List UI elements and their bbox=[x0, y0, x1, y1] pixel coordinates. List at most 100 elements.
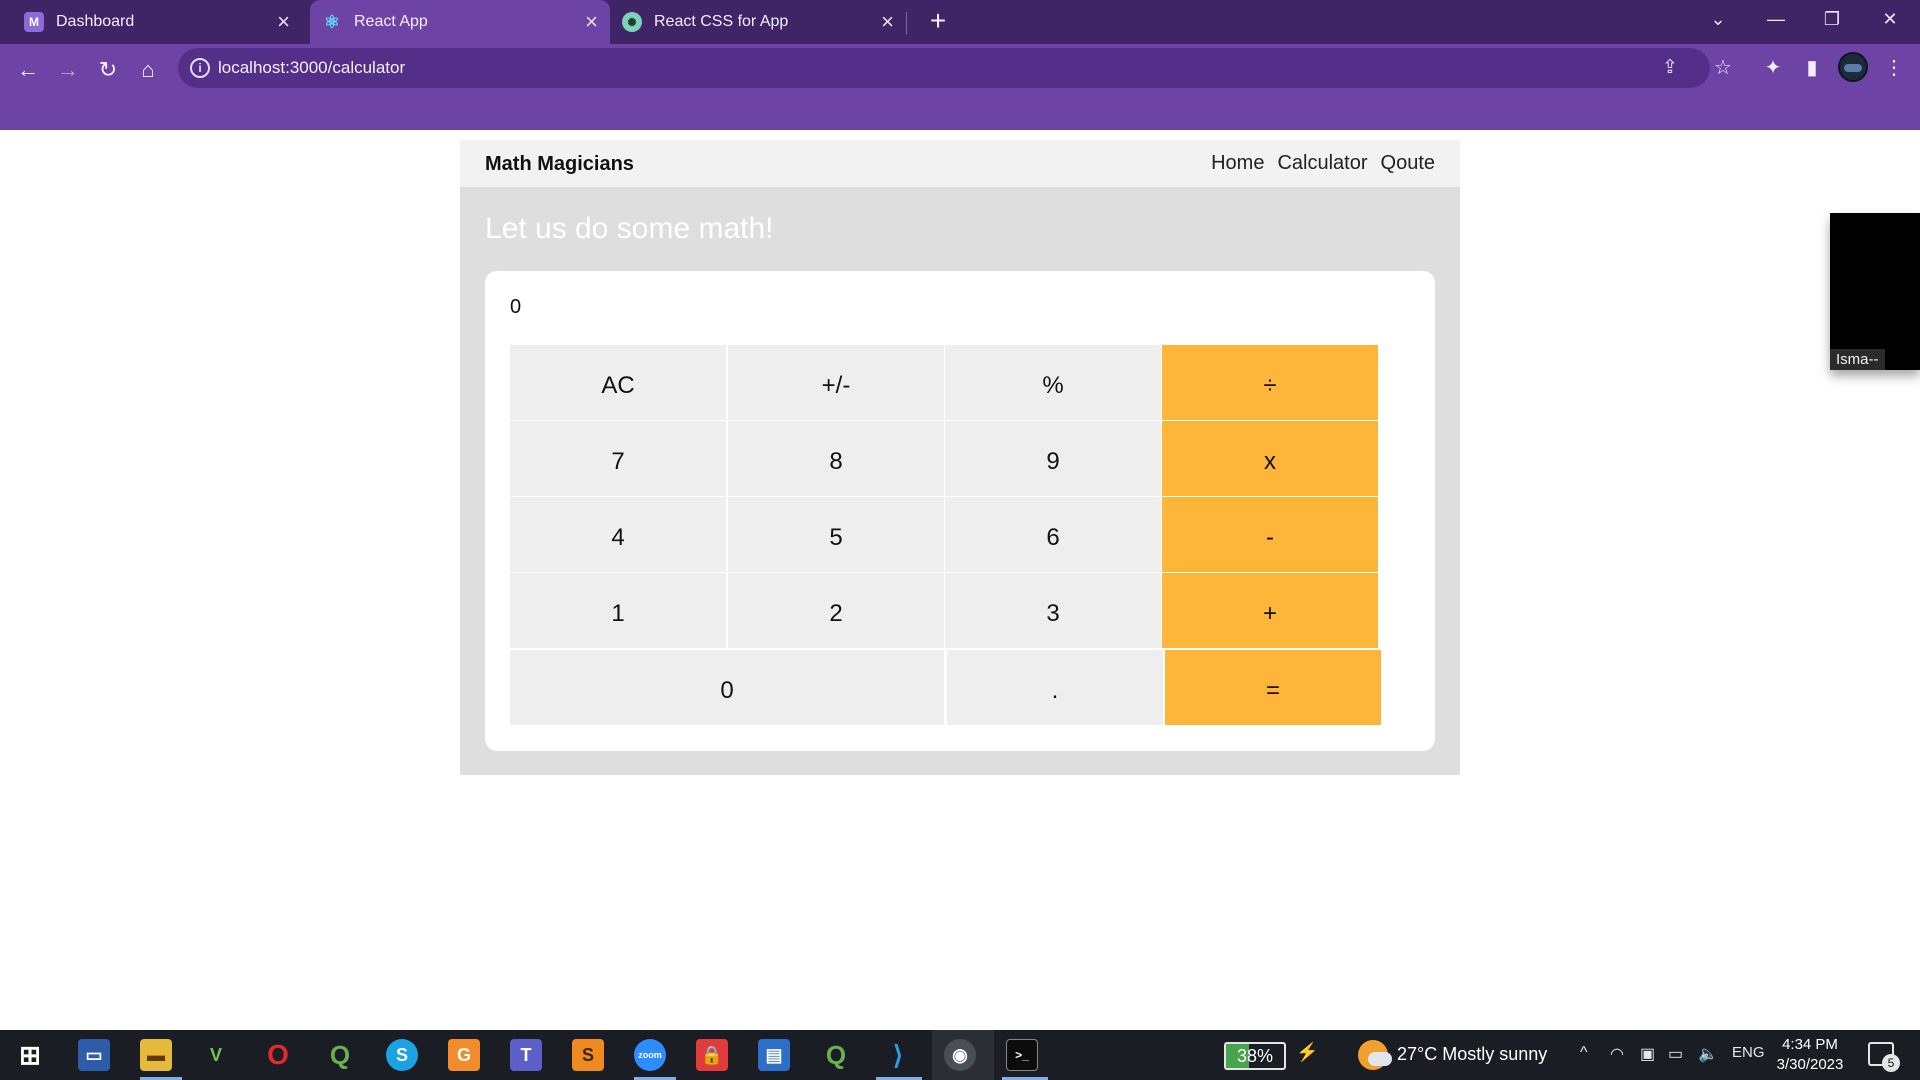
reload-button[interactable]: ↻ bbox=[90, 52, 126, 88]
profile-avatar[interactable] bbox=[1838, 52, 1868, 82]
browser-tab-strip: M Dashboard × ⚛ React App × ✺ React CSS … bbox=[0, 0, 1920, 44]
key-0[interactable]: 0 bbox=[510, 650, 944, 725]
tab-dashboard[interactable]: M Dashboard × bbox=[12, 0, 302, 44]
vscode-icon[interactable]: ⟩ bbox=[882, 1039, 914, 1071]
key-label: 0 bbox=[720, 676, 734, 704]
key-subtract[interactable]: - bbox=[1162, 497, 1378, 572]
menu-kebab-icon[interactable]: ⋮ bbox=[1876, 50, 1912, 86]
volume-icon[interactable]: 🔈 bbox=[1698, 1044, 1718, 1064]
key-1[interactable]: 1 bbox=[510, 573, 726, 648]
nav-link-home[interactable]: Home bbox=[1211, 152, 1264, 175]
minimize-button[interactable]: — bbox=[1748, 0, 1804, 40]
bookmark-star-icon[interactable]: ☆ bbox=[1705, 50, 1741, 86]
site-info-icon[interactable]: i bbox=[190, 58, 210, 78]
desktop-app-icon[interactable]: ▭ bbox=[78, 1039, 110, 1071]
tab-search-chevron-icon[interactable]: ⌄ bbox=[1690, 0, 1746, 40]
windows-taskbar: ⊞ ▭ ▬ V O Q S G T S zoom 🔒 ▤ Q ⟩ ◉ >_ 38… bbox=[0, 1030, 1920, 1080]
key-7[interactable]: 7 bbox=[510, 421, 726, 496]
opera-icon[interactable]: O bbox=[262, 1039, 294, 1071]
word-app-icon[interactable]: ▤ bbox=[758, 1039, 790, 1071]
battery-tray-icon[interactable]: ▭ bbox=[1668, 1044, 1683, 1064]
key-label: 4 bbox=[611, 523, 625, 551]
skype-icon[interactable]: S bbox=[386, 1039, 418, 1071]
extensions-icon[interactable]: ✦ bbox=[1755, 50, 1791, 86]
notification-center-icon[interactable]: 5 bbox=[1868, 1042, 1900, 1072]
key-label: 3 bbox=[1046, 599, 1060, 627]
zoom-icon[interactable]: zoom bbox=[634, 1039, 666, 1071]
meet-now-icon[interactable]: ▣ bbox=[1640, 1044, 1655, 1064]
tab-title: React App bbox=[354, 13, 428, 30]
sublime-text-icon[interactable]: S bbox=[572, 1039, 604, 1071]
close-window-button[interactable]: ✕ bbox=[1862, 0, 1918, 40]
notification-count-badge: 5 bbox=[1882, 1054, 1900, 1072]
key-label: 9 bbox=[1046, 447, 1060, 475]
key-6[interactable]: 6 bbox=[945, 497, 1161, 572]
key-2[interactable]: 2 bbox=[728, 573, 944, 648]
weather-sun-cloud-icon[interactable] bbox=[1358, 1040, 1392, 1070]
key-label: ÷ bbox=[1263, 371, 1277, 399]
pdf-editor-icon[interactable]: G bbox=[448, 1039, 480, 1071]
chatgpt-favicon-icon: ✺ bbox=[622, 12, 642, 32]
page-heading: Let us do some math! bbox=[485, 212, 774, 245]
browser-toolbar: ← → ↻ ⌂ i localhost:3000/calculator ⇪ ☆ … bbox=[0, 44, 1920, 130]
system-clock[interactable]: 4:34 PM 3/30/2023 bbox=[1770, 1035, 1850, 1075]
react-favicon-icon: ⚛ bbox=[323, 11, 341, 32]
restore-button[interactable]: ❐ bbox=[1804, 0, 1860, 40]
key-3[interactable]: 3 bbox=[945, 573, 1161, 648]
page-viewport: Math Magicians Home Calculator Qoute Let… bbox=[0, 130, 1920, 1030]
close-tab-icon[interactable]: × bbox=[881, 11, 894, 33]
share-icon[interactable]: ⇪ bbox=[1658, 56, 1682, 80]
lock-app-icon[interactable]: 🔒 bbox=[696, 1039, 728, 1071]
wifi-icon[interactable]: ◠ bbox=[1610, 1044, 1624, 1064]
terminal-icon[interactable]: >_ bbox=[1006, 1039, 1038, 1071]
key-label: 1 bbox=[611, 599, 625, 627]
back-button[interactable]: ← bbox=[10, 52, 46, 88]
new-tab-button[interactable]: + bbox=[922, 6, 954, 38]
close-tab-icon[interactable]: × bbox=[277, 11, 290, 33]
weather-text[interactable]: 27°C Mostly sunny bbox=[1397, 1044, 1547, 1065]
tab-title: Dashboard bbox=[56, 13, 135, 30]
tab-react-css[interactable]: ✺ React CSS for App × bbox=[610, 0, 906, 44]
key-4[interactable]: 4 bbox=[510, 497, 726, 572]
brand-title: Math Magicians bbox=[485, 153, 634, 175]
nav-link-calculator[interactable]: Calculator bbox=[1277, 152, 1367, 175]
app-navbar: Math Magicians Home Calculator Qoute bbox=[460, 140, 1460, 187]
key-multiply[interactable]: x bbox=[1162, 421, 1378, 496]
key-percent[interactable]: % bbox=[945, 345, 1161, 420]
home-button[interactable]: ⌂ bbox=[130, 52, 166, 88]
qgis-icon[interactable]: Q bbox=[324, 1039, 356, 1071]
qgis-icon-2[interactable]: Q bbox=[820, 1039, 852, 1071]
tab-title: React CSS for App bbox=[654, 13, 789, 30]
calculator-app: Math Magicians Home Calculator Qoute Let… bbox=[460, 140, 1460, 775]
close-tab-icon[interactable]: × bbox=[585, 11, 598, 33]
forward-button[interactable]: → bbox=[50, 52, 86, 88]
key-5[interactable]: 5 bbox=[728, 497, 944, 572]
vim-icon[interactable]: V bbox=[200, 1039, 232, 1071]
video-call-thumbnail[interactable]: Isma-- bbox=[1830, 213, 1920, 370]
active-app-highlight bbox=[932, 1030, 994, 1080]
key-add[interactable]: + bbox=[1162, 573, 1378, 648]
key-equals[interactable]: = bbox=[1165, 650, 1381, 725]
nav-link-quote[interactable]: Qoute bbox=[1381, 152, 1435, 175]
language-indicator[interactable]: ENG bbox=[1732, 1044, 1765, 1061]
key-plus-minus[interactable]: +/- bbox=[728, 345, 944, 420]
key-9[interactable]: 9 bbox=[945, 421, 1161, 496]
tab-divider bbox=[906, 12, 907, 34]
calculator-card: 0 AC +/- % ÷ 7 8 9 x 4 5 6 - 1 2 3 + 0 .… bbox=[485, 271, 1435, 751]
key-label: = bbox=[1265, 676, 1280, 704]
dashboard-favicon-icon: M bbox=[24, 12, 44, 32]
clock-date: 3/30/2023 bbox=[1776, 1056, 1844, 1073]
windows-start-icon[interactable]: ⊞ bbox=[14, 1039, 46, 1071]
side-panel-icon[interactable]: ▮ bbox=[1794, 50, 1830, 86]
key-divide[interactable]: ÷ bbox=[1162, 345, 1378, 420]
show-hidden-icons-chevron-icon[interactable]: ^ bbox=[1580, 1044, 1588, 1062]
key-decimal[interactable]: . bbox=[947, 650, 1163, 725]
key-8[interactable]: 8 bbox=[728, 421, 944, 496]
file-explorer-icon[interactable]: ▬ bbox=[140, 1039, 172, 1071]
tab-react-app[interactable]: ⚛ React App × bbox=[310, 0, 610, 44]
battery-indicator[interactable]: 38% bbox=[1224, 1042, 1286, 1070]
key-ac[interactable]: AC bbox=[510, 345, 726, 420]
url-text[interactable]: localhost:3000/calculator bbox=[218, 58, 405, 78]
address-bar[interactable]: i localhost:3000/calculator ⇪ bbox=[178, 48, 1710, 88]
teams-icon[interactable]: T bbox=[510, 1039, 542, 1071]
